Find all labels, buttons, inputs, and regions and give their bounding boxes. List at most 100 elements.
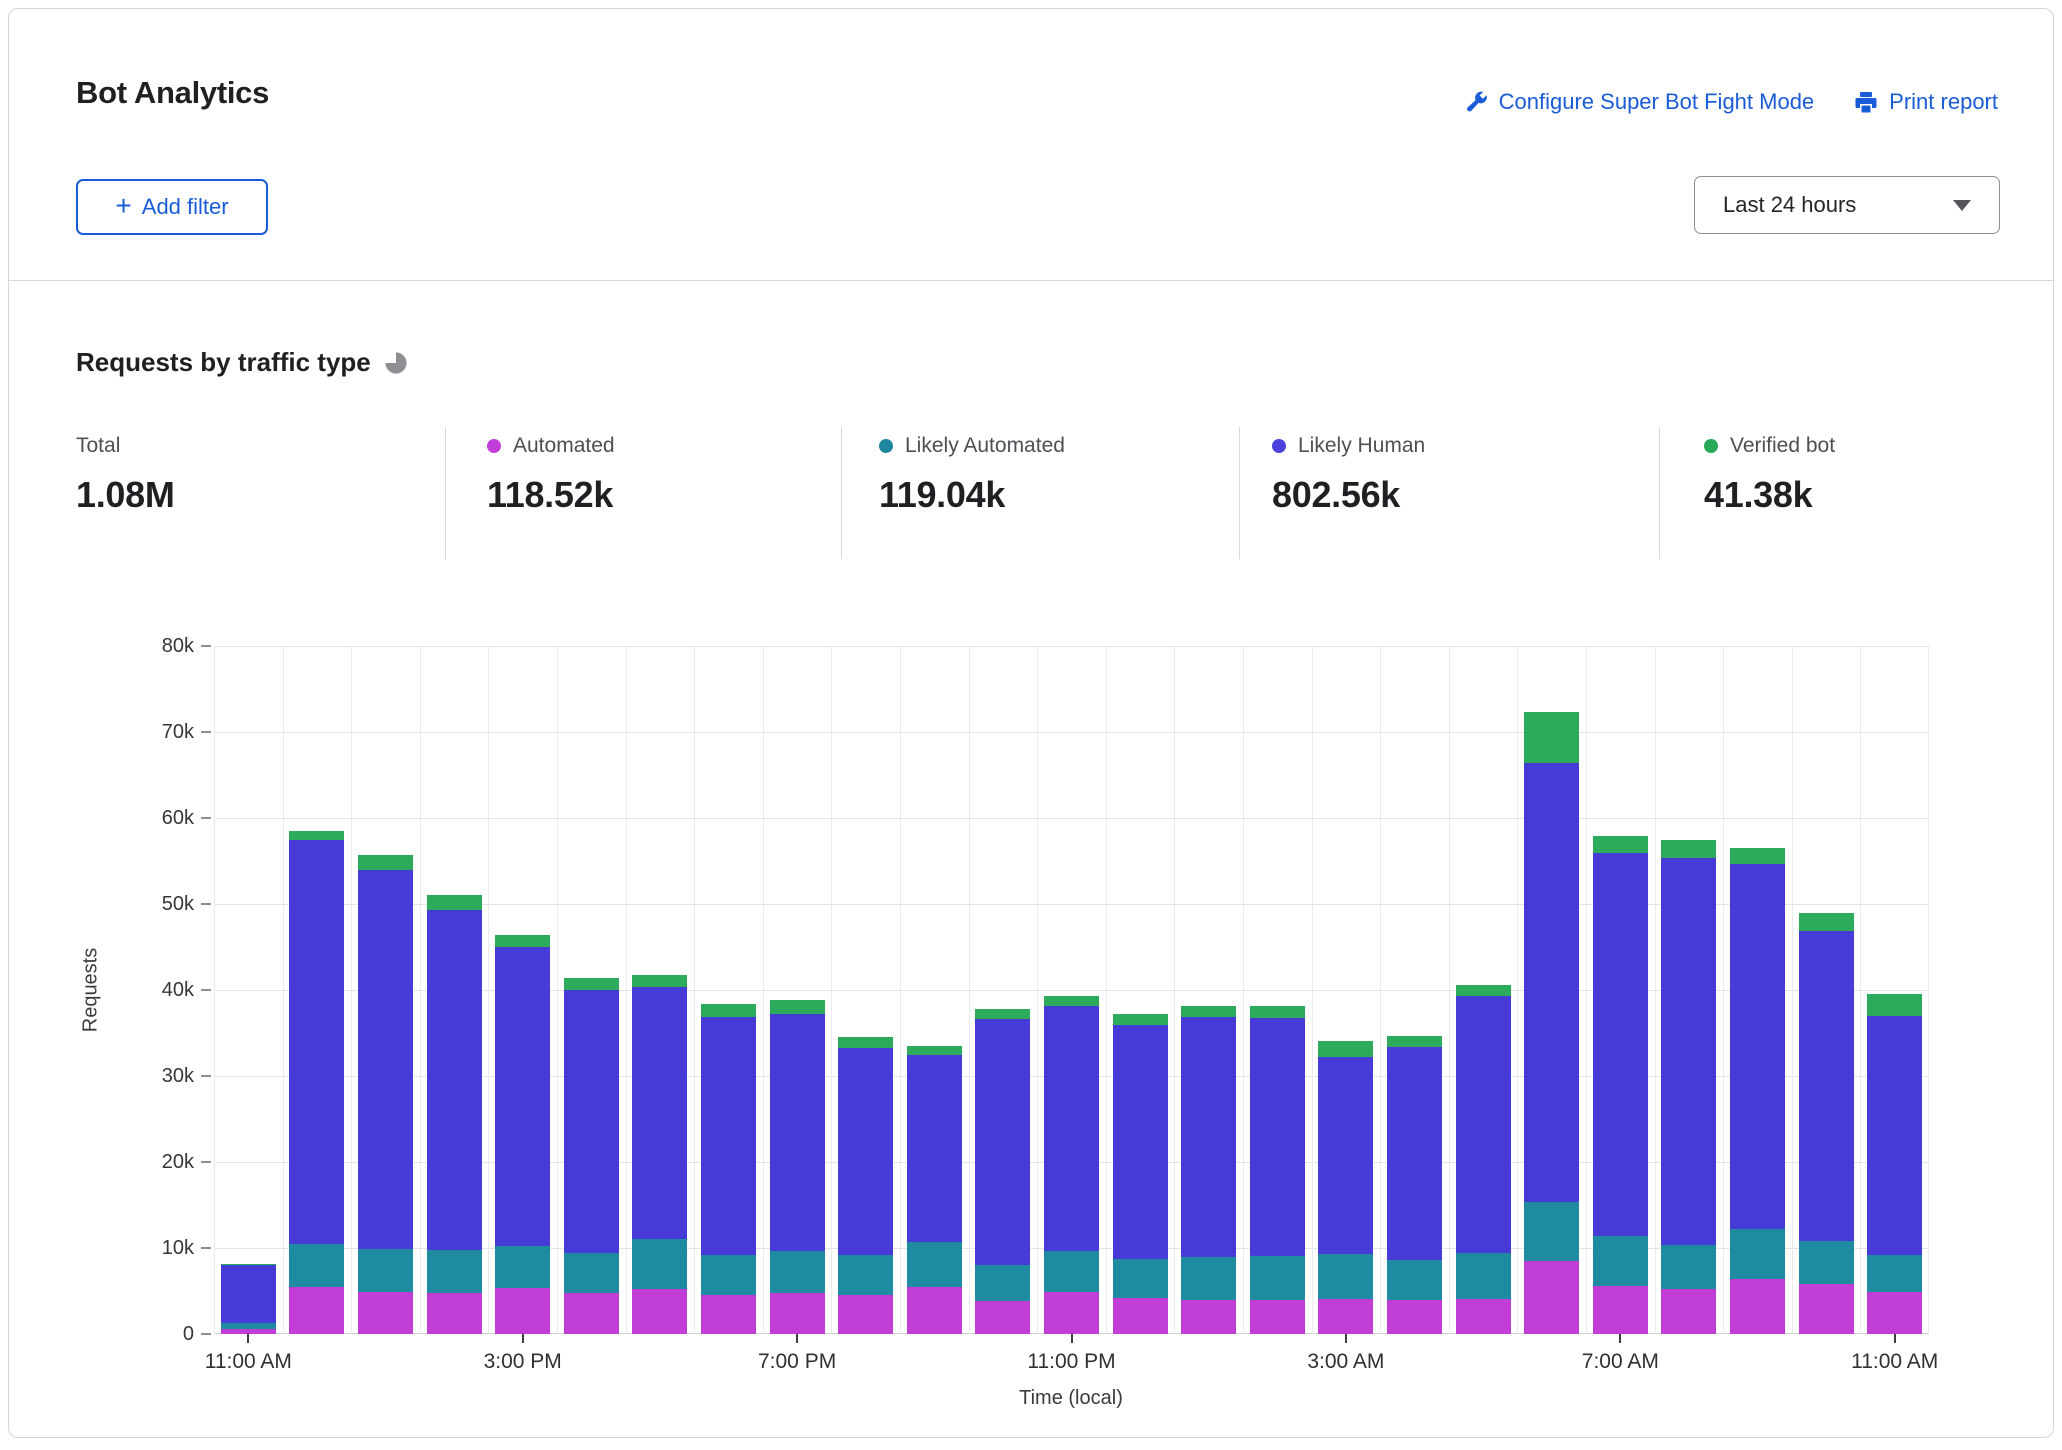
bar-12:00 PM[interactable] bbox=[283, 646, 352, 1334]
bar-6:00 AM[interactable] bbox=[1517, 646, 1586, 1334]
bar-6:00 PM[interactable] bbox=[694, 646, 763, 1334]
stacked-bar bbox=[495, 646, 550, 1334]
bar-segment-verified-bot bbox=[289, 831, 344, 840]
configure-link-label: Configure Super Bot Fight Mode bbox=[1499, 89, 1815, 115]
bar-segment-likely-human bbox=[495, 947, 550, 1246]
stat-likely-automated[interactable]: Likely Automated 119.04k bbox=[879, 434, 1065, 516]
bar-segment-likely-automated bbox=[1044, 1251, 1099, 1291]
bar-segment-verified-bot bbox=[495, 935, 550, 947]
bar-segment-verified-bot bbox=[1661, 840, 1716, 858]
bar-segment-verified-bot bbox=[1181, 1006, 1236, 1016]
bar-8:00 AM[interactable] bbox=[1655, 646, 1724, 1334]
stat-automated[interactable]: Automated 118.52k bbox=[487, 434, 615, 516]
verified-bot-dot-icon bbox=[1704, 439, 1718, 453]
bar-4:00 AM[interactable] bbox=[1380, 646, 1449, 1334]
bar-segment-automated bbox=[1181, 1300, 1236, 1334]
bar-1:00 AM[interactable] bbox=[1174, 646, 1243, 1334]
bar-8:00 PM[interactable] bbox=[831, 646, 900, 1334]
automated-dot-icon bbox=[487, 439, 501, 453]
stacked-bar bbox=[1799, 646, 1854, 1334]
stat-verified-bot[interactable]: Verified bot 41.38k bbox=[1704, 434, 1835, 516]
bar-segment-verified-bot bbox=[427, 895, 482, 910]
bar-segment-automated bbox=[495, 1288, 550, 1334]
bar-5:00 PM[interactable] bbox=[626, 646, 695, 1334]
bar-2:00 PM[interactable] bbox=[420, 646, 489, 1334]
bar-segment-likely-automated bbox=[564, 1253, 619, 1293]
print-report-link[interactable]: Print report bbox=[1854, 89, 1998, 115]
bar-segment-likely-human bbox=[1593, 853, 1648, 1236]
bar-segment-likely-automated bbox=[1593, 1236, 1648, 1286]
bar-10:00 AM[interactable] bbox=[1792, 646, 1861, 1334]
bar-12:00 AM[interactable] bbox=[1106, 646, 1175, 1334]
bar-9:00 AM[interactable] bbox=[1723, 646, 1792, 1334]
x-axis-label: Time (local) bbox=[1019, 1387, 1123, 1410]
y-tick-mark bbox=[201, 1333, 211, 1335]
bar-segment-likely-human bbox=[838, 1048, 893, 1255]
y-tick-mark bbox=[201, 903, 211, 905]
bar-11:00 PM[interactable] bbox=[1037, 646, 1106, 1334]
time-range-value: Last 24 hours bbox=[1723, 192, 1856, 218]
bar-segment-likely-automated bbox=[1799, 1241, 1854, 1284]
bar-segment-likely-automated bbox=[1387, 1260, 1442, 1300]
header-divider bbox=[9, 280, 2053, 281]
stacked-bar bbox=[1867, 646, 1922, 1334]
bar-11:00 AM[interactable] bbox=[214, 646, 283, 1334]
stat-automated-label: Automated bbox=[513, 434, 615, 458]
stacked-bar bbox=[1181, 646, 1236, 1334]
stat-likely-human[interactable]: Likely Human 802.56k bbox=[1272, 434, 1425, 516]
stat-likely-human-value: 802.56k bbox=[1272, 474, 1425, 516]
section-title: Requests by traffic type bbox=[76, 347, 371, 378]
bar-segment-likely-human bbox=[770, 1014, 825, 1251]
time-range-select[interactable]: Last 24 hours bbox=[1694, 176, 2000, 234]
y-tick-label: 80k bbox=[94, 635, 194, 658]
stat-total-label: Total bbox=[76, 434, 120, 458]
bar-9:00 PM[interactable] bbox=[900, 646, 969, 1334]
y-tick-mark bbox=[201, 989, 211, 991]
bar-4:00 PM[interactable] bbox=[557, 646, 626, 1334]
bar-segment-automated bbox=[1113, 1298, 1168, 1334]
bar-segment-automated bbox=[221, 1329, 276, 1334]
bar-3:00 PM[interactable] bbox=[488, 646, 557, 1334]
bar-segment-automated bbox=[1318, 1299, 1373, 1334]
bar-10:00 PM[interactable] bbox=[969, 646, 1038, 1334]
bar-segment-likely-automated bbox=[1456, 1253, 1511, 1299]
bar-segment-likely-automated bbox=[1318, 1254, 1373, 1299]
bar-7:00 AM[interactable] bbox=[1586, 646, 1655, 1334]
x-tick-mark bbox=[247, 1334, 249, 1343]
add-filter-button[interactable]: + Add filter bbox=[76, 179, 268, 235]
bar-5:00 AM[interactable] bbox=[1449, 646, 1518, 1334]
printer-icon bbox=[1854, 90, 1878, 114]
stacked-bar bbox=[838, 646, 893, 1334]
bar-segment-verified-bot bbox=[975, 1009, 1030, 1019]
y-tick-label: 30k bbox=[94, 1065, 194, 1088]
chevron-down-icon bbox=[1953, 200, 1971, 211]
stacked-bar bbox=[1456, 646, 1511, 1334]
stat-total-value: 1.08M bbox=[76, 474, 175, 516]
bar-11:00 AM[interactable] bbox=[1860, 646, 1929, 1334]
header-actions: Configure Super Bot Fight Mode Print rep… bbox=[1464, 89, 1998, 115]
stat-likely-automated-value: 119.04k bbox=[879, 474, 1065, 516]
x-tick-mark bbox=[796, 1334, 798, 1343]
bar-segment-likely-human bbox=[701, 1017, 756, 1255]
x-tick-mark bbox=[1345, 1334, 1347, 1343]
bar-2:00 AM[interactable] bbox=[1243, 646, 1312, 1334]
bar-1:00 PM[interactable] bbox=[351, 646, 420, 1334]
stacked-bar bbox=[1318, 646, 1373, 1334]
bar-segment-likely-human bbox=[358, 870, 413, 1249]
bar-segment-automated bbox=[1044, 1292, 1099, 1334]
bar-segment-likely-human bbox=[1524, 763, 1579, 1202]
bar-segment-likely-automated bbox=[1730, 1229, 1785, 1279]
stacked-bar bbox=[1730, 646, 1785, 1334]
bar-segment-automated bbox=[358, 1292, 413, 1334]
bar-3:00 AM[interactable] bbox=[1312, 646, 1381, 1334]
add-filter-label: Add filter bbox=[142, 194, 229, 220]
configure-super-bot-fight-mode-link[interactable]: Configure Super Bot Fight Mode bbox=[1464, 89, 1815, 115]
y-tick-mark bbox=[201, 817, 211, 819]
bar-7:00 PM[interactable] bbox=[763, 646, 832, 1334]
bar-segment-likely-automated bbox=[1181, 1257, 1236, 1300]
bar-segment-verified-bot bbox=[1456, 985, 1511, 996]
stacked-bar bbox=[1661, 646, 1716, 1334]
stat-total: Total 1.08M bbox=[76, 434, 175, 516]
stacked-bar bbox=[289, 646, 344, 1334]
bar-segment-verified-bot bbox=[1799, 913, 1854, 930]
